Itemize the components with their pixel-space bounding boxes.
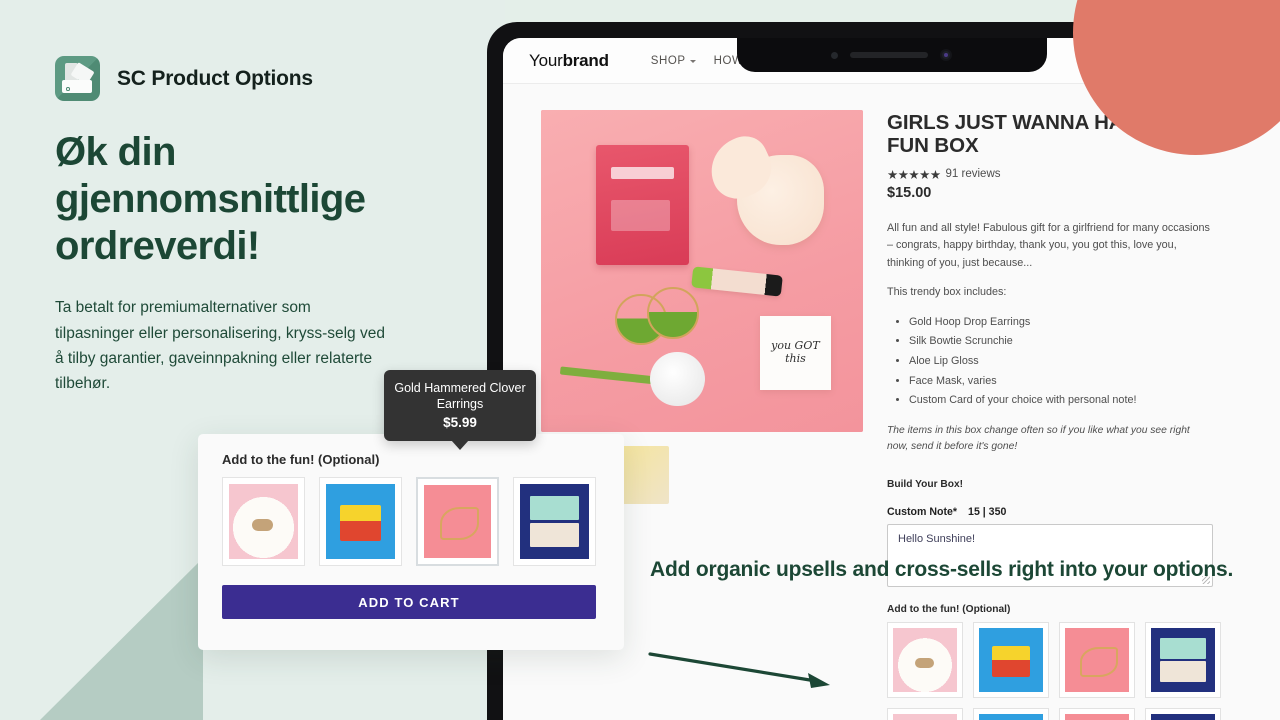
custom-note-label: Custom Note*: [887, 505, 958, 518]
list-item: Aloe Lip Gloss: [909, 352, 1254, 372]
marketing-panel: SC Product Options Øk din gjennomsnittli…: [55, 56, 455, 396]
chevron-down-icon: [689, 59, 696, 63]
marketing-subcopy: Ta betalt for premiumalternativer som ti…: [55, 299, 385, 393]
overlay-swatch-row: [222, 477, 596, 566]
review-count: 91 reviews: [945, 168, 1001, 181]
app-name: SC Product Options: [117, 66, 313, 90]
list-item: Gold Hoop Drop Earrings: [909, 313, 1254, 333]
speaker-grill-icon: [850, 52, 928, 58]
custom-note-counter: 15 | 350: [968, 505, 1007, 518]
options-overlay-card: Add to the fun! (Optional) ADD TO CART: [198, 434, 624, 650]
sensor-icon: [831, 51, 838, 59]
add-to-the-fun-label: Add to the fun! (Optional): [887, 603, 1011, 615]
color-swatch-icon: [55, 56, 100, 101]
star-rating-icon: ★★★★★: [887, 167, 941, 182]
product-hero-image[interactable]: you GOT this: [541, 110, 863, 432]
face-mask-pack-photo-element: [595, 145, 690, 265]
haribo-gummy-swatch[interactable]: [973, 621, 1049, 698]
product-disclaimer: The items in this box change often so if…: [887, 425, 1190, 452]
device-notch: [736, 38, 1047, 72]
brand-light: Your: [529, 50, 563, 70]
includes-intro: This trendy box includes:: [887, 286, 1007, 299]
option-swatch-row2[interactable]: [973, 707, 1049, 720]
nav-item-shop-label: SHOP: [650, 54, 686, 67]
rating-row[interactable]: ★★★★★ 91 reviews: [887, 167, 1254, 182]
nav-item-shop[interactable]: SHOP: [651, 55, 696, 67]
list-item: Silk Bowtie Scrunchie: [909, 332, 1254, 352]
product-info: GIRLS JUST WANNA HAVE FUN BOX ★★★★★ 91 r…: [887, 110, 1254, 720]
product-price: $15.00: [887, 184, 932, 201]
option-swatch-row2[interactable]: [1059, 707, 1135, 720]
pompom-photo-element: [650, 351, 706, 407]
list-item: Face Mask, varies: [909, 372, 1254, 392]
overlay-card-label: Add to the fun! (Optional): [222, 452, 380, 467]
option-swatch-grid: [887, 621, 1227, 720]
decorative-triangle: [40, 558, 203, 720]
gold-clover-earrings-swatch[interactable]: [415, 477, 500, 566]
annotation-text: Add organic upsells and cross-sells righ…: [650, 558, 1234, 581]
add-to-cart-button[interactable]: ADD TO CART: [222, 585, 596, 619]
brand-bold: brand: [562, 50, 609, 70]
camera-icon: [940, 49, 952, 61]
storefront-logo[interactable]: Yourbrand: [529, 51, 609, 71]
tooltip-product-name: Gold Hammered Clover Earrings: [394, 381, 526, 412]
drink-card-swatch[interactable]: [513, 477, 596, 566]
hoop-earring-photo-element: [647, 287, 699, 339]
tooltip-price: $5.99: [443, 414, 477, 430]
product-includes-list: Gold Hoop Drop Earrings Silk Bowtie Scru…: [887, 313, 1254, 411]
swatch-tooltip: Gold Hammered Clover Earrings $5.99: [384, 370, 536, 441]
scrunchie-photo-element: [737, 155, 825, 246]
gold-stud-earrings-swatch[interactable]: [222, 477, 305, 566]
haribo-gummy-swatch[interactable]: [318, 477, 402, 566]
custom-note-header: Custom Note* 15 | 350: [887, 506, 1254, 518]
list-item: Custom Card of your choice with personal…: [909, 391, 1254, 411]
app-identity: SC Product Options: [55, 56, 455, 101]
option-swatch-row2[interactable]: [887, 707, 963, 720]
build-your-box-label: Build Your Box!: [887, 478, 964, 490]
product-description: All fun and all style! Fabulous gift for…: [887, 221, 1210, 269]
gold-stud-earrings-swatch[interactable]: [887, 621, 963, 698]
option-swatch-row2[interactable]: [1145, 707, 1221, 720]
arrow-right-icon: [648, 652, 830, 688]
marketing-headline: Øk din gjennomsnittlige ordreverdi!: [55, 130, 366, 268]
greeting-card-photo-element: you GOT this: [759, 316, 831, 391]
gold-clover-earrings-swatch[interactable]: [1059, 621, 1135, 698]
drink-card-swatch[interactable]: [1145, 621, 1221, 698]
